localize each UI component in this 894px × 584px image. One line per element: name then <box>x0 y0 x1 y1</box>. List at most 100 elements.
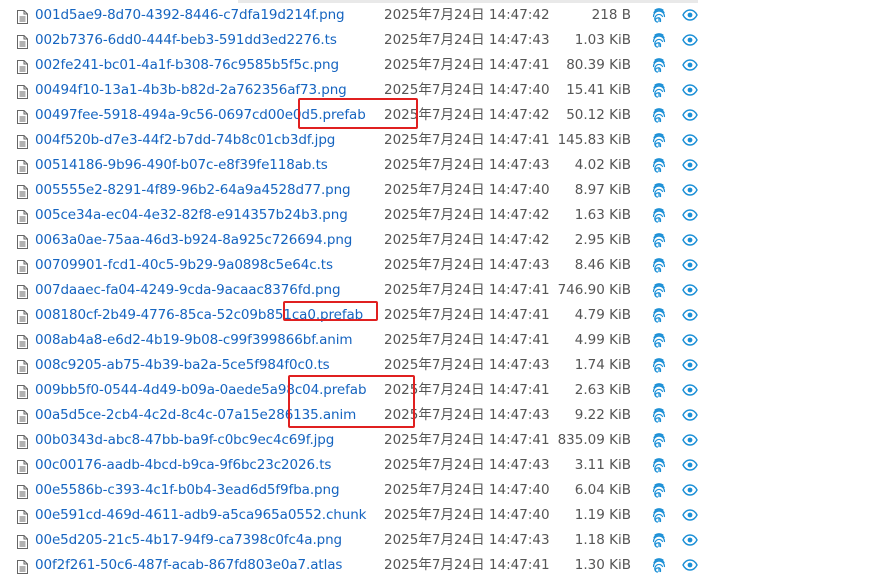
eye-icon[interactable] <box>682 409 698 421</box>
table-row: 00e5d205-21c5-4b17-94f9-ca7398c0fc4a.png… <box>0 528 894 553</box>
fingerprint-icon[interactable] <box>651 57 667 73</box>
file-name-link[interactable]: 001d5ae9-8d70-4392-8446-c7dfa19d214f.png <box>35 3 345 28</box>
table-row: 0063a0ae-75aa-46d3-b924-8a925c726694.png… <box>0 228 894 253</box>
fingerprint-icon[interactable] <box>651 82 667 98</box>
file-name-link[interactable]: 00497fee-5918-494a-9c56-0697cd00e0d5.pre… <box>35 103 366 128</box>
eye-icon[interactable] <box>682 534 698 546</box>
eye-icon[interactable] <box>682 59 698 71</box>
eye-icon[interactable] <box>682 209 698 221</box>
file-date: 2025年7月24日 14:47:42 <box>384 207 550 223</box>
eye-icon[interactable] <box>682 459 698 471</box>
file-name-link[interactable]: 004f520b-d7e3-44f2-b7dd-74b8c01cb3df.jpg <box>35 128 335 153</box>
eye-icon[interactable] <box>682 284 698 296</box>
eye-icon[interactable] <box>682 484 698 496</box>
fingerprint-icon[interactable] <box>651 457 667 473</box>
file-name-link[interactable]: 002b7376-6dd0-444f-beb3-591dd3ed2276.ts <box>35 28 337 53</box>
file-icon <box>17 10 28 24</box>
file-size: 218 B <box>591 7 631 23</box>
file-icon <box>17 260 28 274</box>
file-size: 4.02 KiB <box>574 157 631 173</box>
table-row: 00514186-9b96-490f-b07c-e8f39fe118ab.ts … <box>0 153 894 178</box>
file-date: 2025年7月24日 14:47:41 <box>384 382 550 398</box>
fingerprint-icon[interactable] <box>651 407 667 423</box>
eye-icon[interactable] <box>682 134 698 146</box>
eye-icon[interactable] <box>682 309 698 321</box>
fingerprint-icon[interactable] <box>651 32 667 48</box>
eye-icon[interactable] <box>682 9 698 21</box>
file-name-link[interactable]: 005ce34a-ec04-4e32-82f8-e914357b24b3.png <box>35 203 348 228</box>
eye-icon[interactable] <box>682 559 698 571</box>
file-icon <box>17 185 28 199</box>
file-date: 2025年7月24日 14:47:42 <box>384 232 550 248</box>
fingerprint-icon[interactable] <box>651 382 667 398</box>
fingerprint-icon[interactable] <box>651 257 667 273</box>
file-size: 4.99 KiB <box>574 332 631 348</box>
file-icon <box>17 485 28 499</box>
file-name-link[interactable]: 00e5d205-21c5-4b17-94f9-ca7398c0fc4a.png <box>35 528 342 553</box>
fingerprint-icon[interactable] <box>651 232 667 248</box>
file-date: 2025年7月24日 14:47:41 <box>384 332 550 348</box>
file-name-link[interactable]: 00e591cd-469d-4611-adb9-a5ca965a0552.chu… <box>35 503 366 528</box>
file-icon <box>17 110 28 124</box>
eye-icon[interactable] <box>682 334 698 346</box>
file-icon <box>17 210 28 224</box>
file-size: 835.09 KiB <box>557 432 631 448</box>
file-name-link[interactable]: 008180cf-2b49-4776-85ca-52c09b851ca0.pre… <box>35 303 363 328</box>
file-name-link[interactable]: 008c9205-ab75-4b39-ba2a-5ce5f984f0c0.ts <box>35 353 330 378</box>
file-name-link[interactable]: 00b0343d-abc8-47bb-ba9f-c0bc9ec4c69f.jpg <box>35 428 334 453</box>
fingerprint-icon[interactable] <box>651 207 667 223</box>
eye-icon[interactable] <box>682 359 698 371</box>
file-name-link[interactable]: 008ab4a8-e6d2-4b19-9b08-c99f399866bf.ani… <box>35 328 353 353</box>
fingerprint-icon[interactable] <box>651 357 667 373</box>
fingerprint-icon[interactable] <box>651 7 667 23</box>
file-name-link[interactable]: 009bb5f0-0544-4d49-b09a-0aede5a98c04.pre… <box>35 378 367 403</box>
table-row: 005ce34a-ec04-4e32-82f8-e914357b24b3.png… <box>0 203 894 228</box>
eye-icon[interactable] <box>682 434 698 446</box>
file-date: 2025年7月24日 14:47:43 <box>384 32 550 48</box>
fingerprint-icon[interactable] <box>651 332 667 348</box>
file-size: 50.12 KiB <box>566 107 631 123</box>
file-name-link[interactable]: 002fe241-bc01-4a1f-b308-76c9585b5f5c.png <box>35 53 339 78</box>
fingerprint-icon[interactable] <box>651 482 667 498</box>
file-name-link[interactable]: 00f2f261-50c6-487f-acab-867fd803e0a7.atl… <box>35 553 342 578</box>
file-name-link[interactable]: 007daaec-fa04-4249-9cda-9acaac8376fd.png <box>35 278 341 303</box>
fingerprint-icon[interactable] <box>651 132 667 148</box>
file-date: 2025年7月24日 14:47:41 <box>384 132 550 148</box>
fingerprint-icon[interactable] <box>651 507 667 523</box>
eye-icon[interactable] <box>682 34 698 46</box>
file-date: 2025年7月24日 14:47:41 <box>384 432 550 448</box>
file-name-link[interactable]: 00e5586b-c393-4c1f-b0b4-3ead6d5f9fba.png <box>35 478 340 503</box>
fingerprint-icon[interactable] <box>651 307 667 323</box>
table-row: 009bb5f0-0544-4d49-b09a-0aede5a98c04.pre… <box>0 378 894 403</box>
fingerprint-icon[interactable] <box>651 107 667 123</box>
fingerprint-icon[interactable] <box>651 182 667 198</box>
file-name-link[interactable]: 00709901-fcd1-40c5-9b29-9a0898c5e64c.ts <box>35 253 333 278</box>
eye-icon[interactable] <box>682 159 698 171</box>
eye-icon[interactable] <box>682 509 698 521</box>
file-date: 2025年7月24日 14:47:41 <box>384 557 550 573</box>
fingerprint-icon[interactable] <box>651 532 667 548</box>
file-name-link[interactable]: 00494f10-13a1-4b3b-b82d-2a762356af73.png <box>35 78 347 103</box>
eye-icon[interactable] <box>682 234 698 246</box>
file-icon <box>17 460 28 474</box>
file-size: 1.74 KiB <box>574 357 631 373</box>
file-name-link[interactable]: 0063a0ae-75aa-46d3-b924-8a925c726694.png <box>35 228 352 253</box>
file-name-link[interactable]: 00a5d5ce-2cb4-4c2d-8c4c-07a15e286135.ani… <box>35 403 356 428</box>
eye-icon[interactable] <box>682 384 698 396</box>
eye-icon[interactable] <box>682 259 698 271</box>
file-list: 001d5ae9-8d70-4392-8446-c7dfa19d214f.png… <box>0 3 894 578</box>
file-date: 2025年7月24日 14:47:42 <box>384 107 550 123</box>
eye-icon[interactable] <box>682 84 698 96</box>
file-name-link[interactable]: 005555e2-8291-4f89-96b2-64a9a4528d77.png <box>35 178 351 203</box>
eye-icon[interactable] <box>682 109 698 121</box>
file-name-link[interactable]: 00c00176-aadb-4bcd-b9ca-9f6bc23c2026.ts <box>35 453 331 478</box>
file-name-link[interactable]: 00514186-9b96-490f-b07c-e8f39fe118ab.ts <box>35 153 328 178</box>
fingerprint-icon[interactable] <box>651 432 667 448</box>
eye-icon[interactable] <box>682 184 698 196</box>
file-size: 6.04 KiB <box>574 482 631 498</box>
fingerprint-icon[interactable] <box>651 157 667 173</box>
table-row: 008c9205-ab75-4b39-ba2a-5ce5f984f0c0.ts … <box>0 353 894 378</box>
table-row: 002b7376-6dd0-444f-beb3-591dd3ed2276.ts … <box>0 28 894 53</box>
fingerprint-icon[interactable] <box>651 282 667 298</box>
fingerprint-icon[interactable] <box>651 557 667 573</box>
